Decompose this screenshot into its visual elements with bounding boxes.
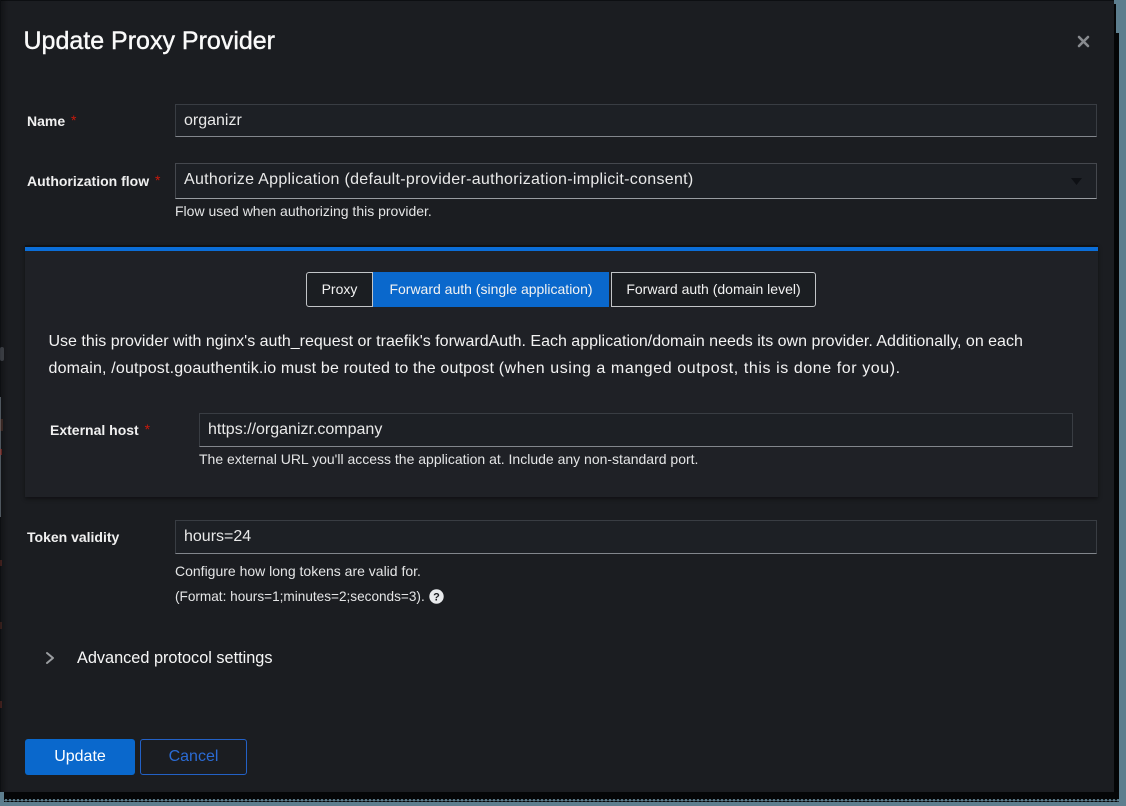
svg-text:?: ? [433,591,440,603]
